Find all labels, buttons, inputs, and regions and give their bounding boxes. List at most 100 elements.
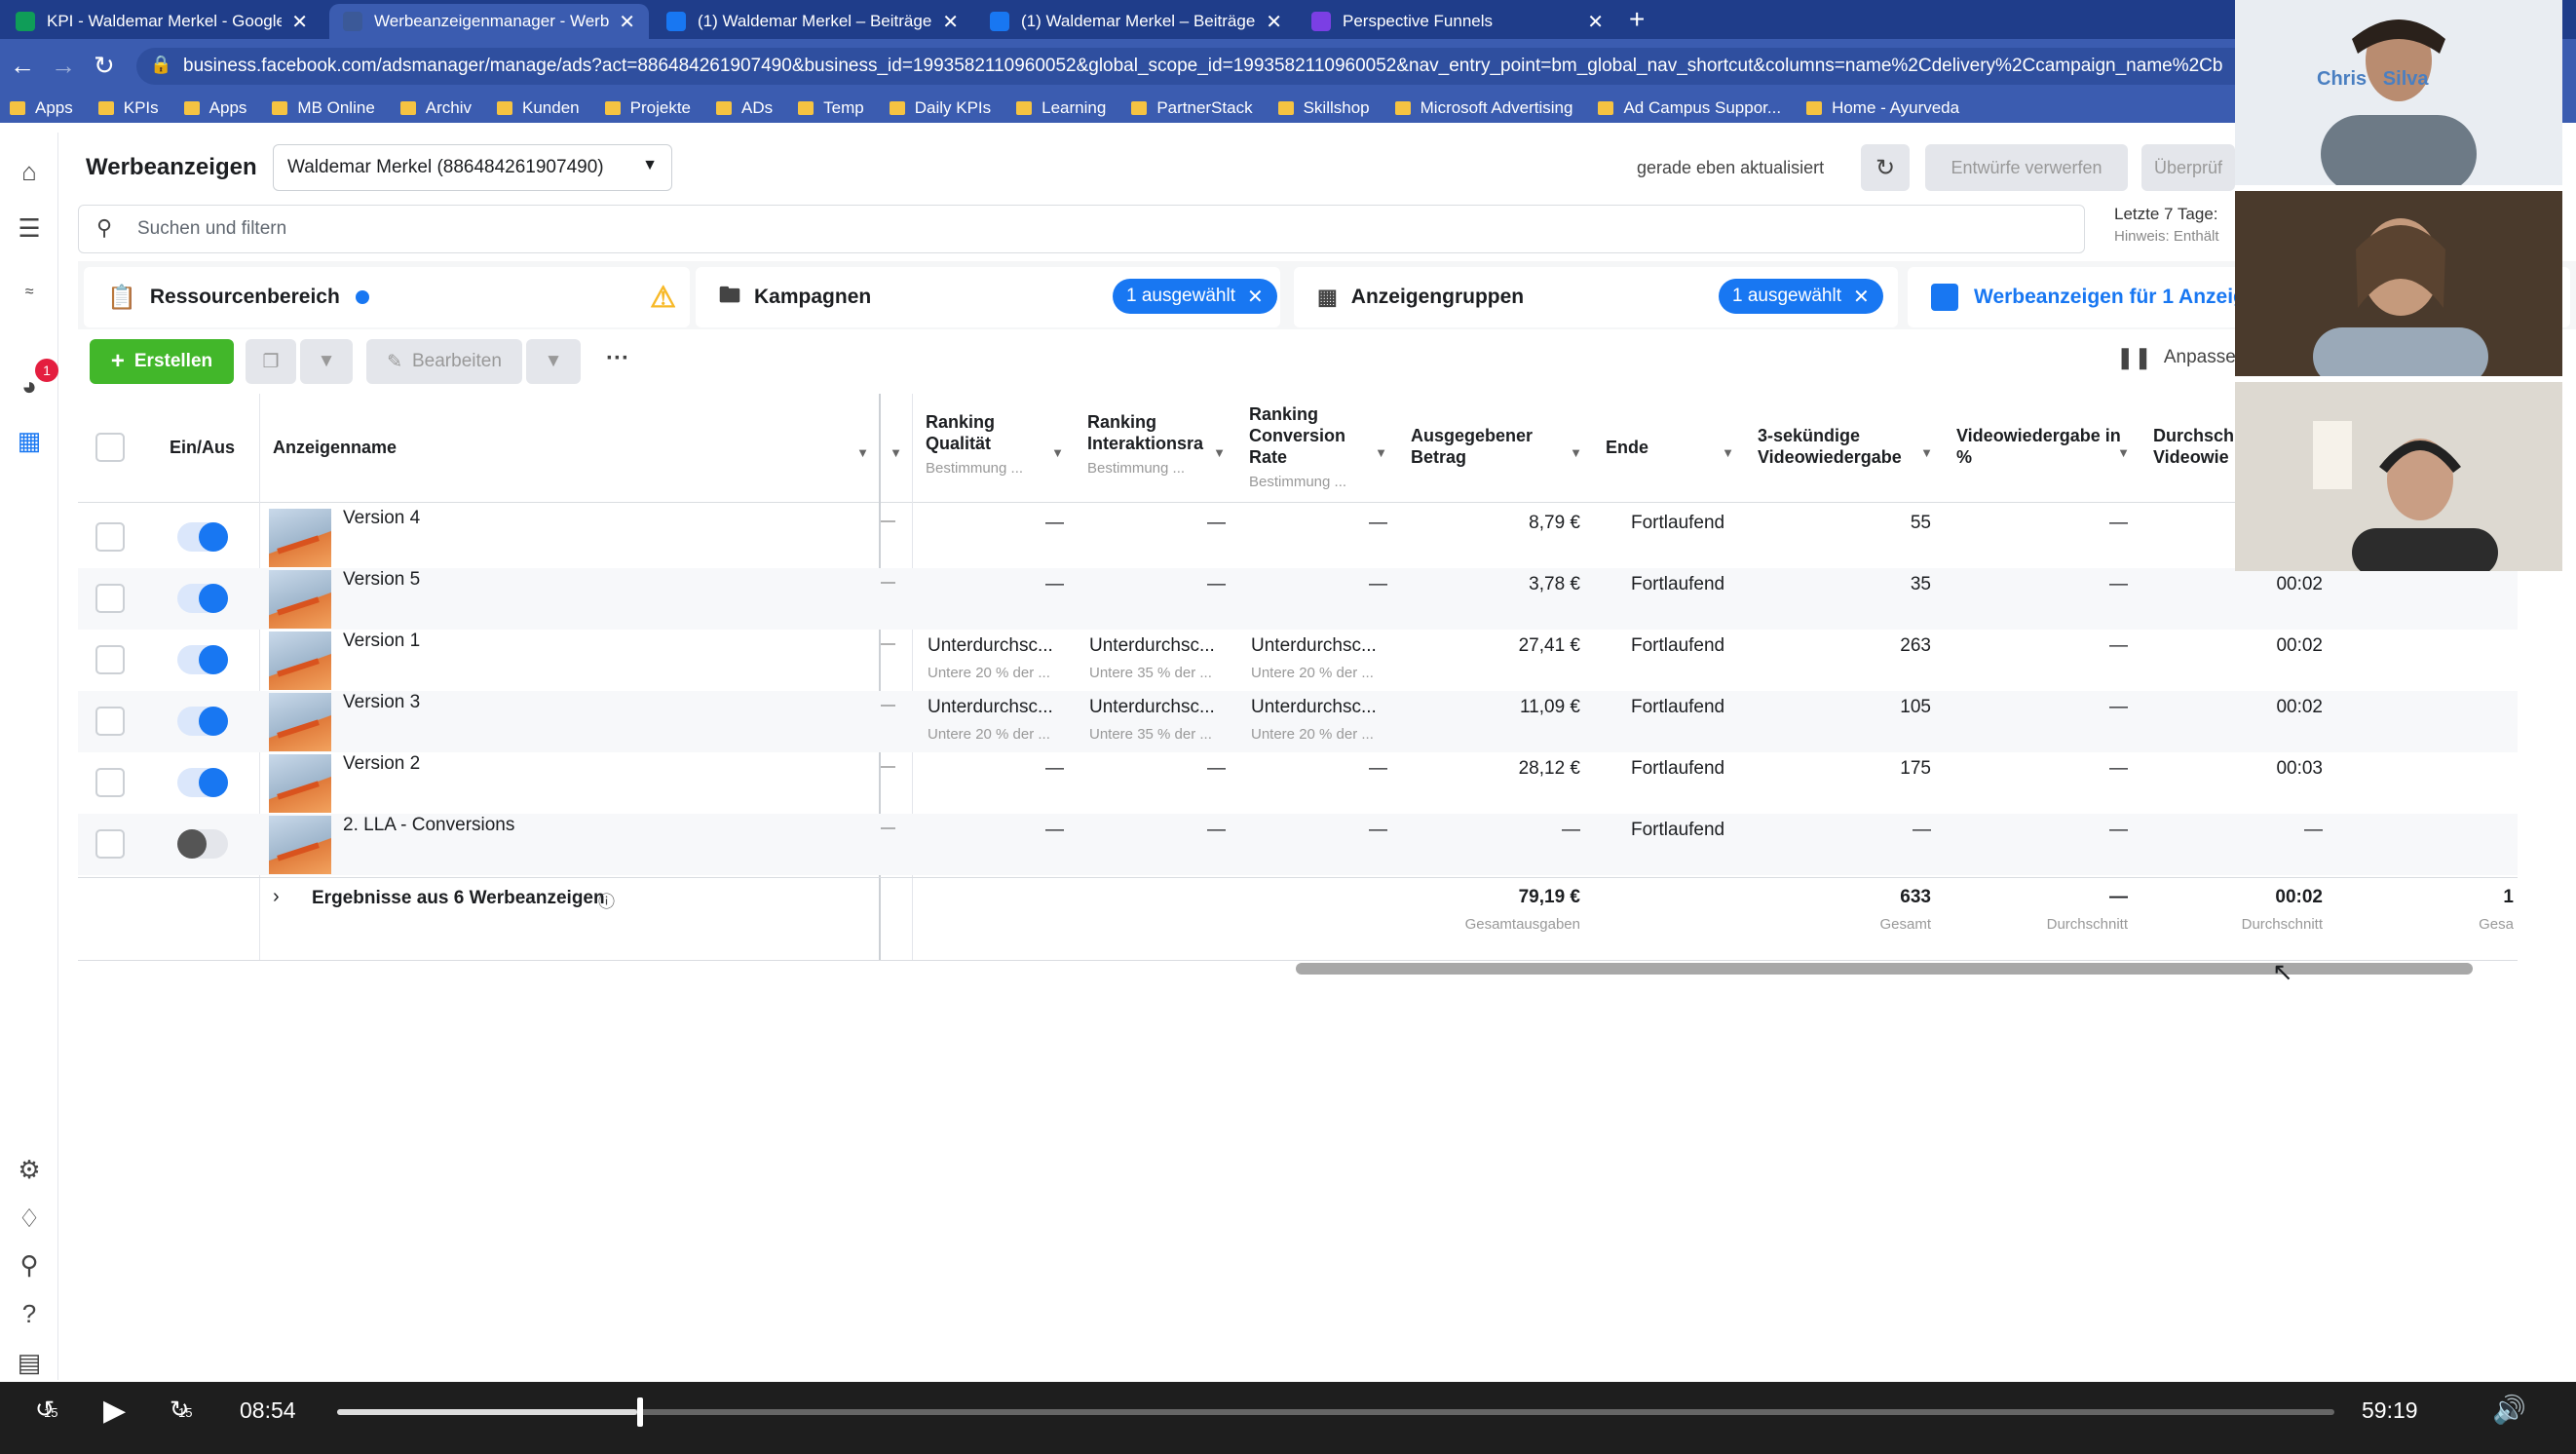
duplicate-button[interactable]: ❐ [246, 339, 296, 384]
ad-name[interactable]: Version 3 [343, 692, 420, 713]
home-icon[interactable]: ⌂ [14, 156, 45, 187]
bookmark-item[interactable]: KPIs [97, 98, 159, 118]
account-selector[interactable]: Waldemar Merkel (886484261907490) ▼ [273, 144, 672, 191]
bookmark-item[interactable]: Ad Campus Suppor... [1598, 98, 1781, 118]
delivery-toggle[interactable] [177, 707, 228, 736]
close-tab-icon[interactable]: ✕ [942, 10, 959, 34]
report-icon[interactable]: ▤ [14, 1347, 45, 1378]
refresh-button[interactable]: ↻ [1861, 144, 1910, 191]
row-checkbox[interactable] [95, 829, 125, 859]
more-options-button[interactable]: ··· [606, 345, 629, 372]
menu-icon[interactable]: ☰ [14, 212, 45, 244]
settings-icon[interactable]: ⚙ [14, 1154, 45, 1185]
row-checkbox[interactable] [95, 522, 125, 552]
bookmark-item[interactable]: Home - Ayurveda [1806, 98, 1959, 118]
new-tab-button[interactable]: + [1629, 4, 1645, 35]
table-row[interactable]: Version 4 — — — — 8,79 € Fortlaufend 55 — [78, 507, 2518, 568]
row-checkbox[interactable] [95, 768, 125, 797]
skip-back-button[interactable]: ↺ 15 [35, 1396, 57, 1424]
delivery-toggle[interactable] [177, 768, 228, 797]
close-tab-icon[interactable]: ✕ [619, 10, 635, 34]
ad-name[interactable]: Version 2 [343, 753, 420, 775]
tab-resources[interactable]: 📋 Ressourcenbereich ⚠ [84, 267, 690, 327]
close-tab-icon[interactable]: ✕ [291, 10, 308, 34]
help-icon[interactable]: ? [14, 1298, 45, 1329]
col-ranking-quality[interactable]: Ranking Qualität Bestimmung ... ▼ [912, 394, 1074, 503]
delivery-toggle[interactable] [177, 584, 228, 613]
back-icon[interactable]: ← [10, 51, 35, 81]
bookmark-item[interactable]: Skillshop [1277, 98, 1370, 118]
col-onoff[interactable]: Ein/Aus [156, 394, 259, 503]
bookmark-item[interactable]: Archiv [399, 98, 472, 118]
progress-handle[interactable] [636, 1397, 643, 1427]
bookmark-item[interactable]: Daily KPIs [889, 98, 991, 118]
close-tab-icon[interactable]: ✕ [1587, 10, 1604, 34]
edit-button[interactable]: ✎ Bearbeiten [366, 339, 522, 384]
bookmark-item[interactable]: Projekte [604, 98, 691, 118]
table-row[interactable]: Version 1 — Unterdurchsc... Untere 20 % der… [78, 630, 2518, 691]
bookmark-item[interactable]: ADs [716, 98, 773, 118]
adsets-selected-pill[interactable]: 1 ausgewählt ✕ [1719, 279, 1883, 314]
browser-tab[interactable]: (1) Waldemar Merkel – Beiträge ✕ [653, 4, 972, 39]
search-input[interactable]: ⚲ Suchen und filtern [78, 205, 2085, 253]
discard-drafts-button[interactable]: Entwürfe verwerfen [1925, 144, 2128, 191]
table-icon[interactable]: ▦ [14, 425, 45, 456]
chevron-right-icon[interactable]: › [273, 886, 280, 908]
col-ranking-interaction[interactable]: Ranking Interaktionsra Bestimmung ... ▼ [1074, 394, 1235, 503]
select-all-checkbox[interactable] [95, 433, 125, 462]
browser-tab[interactable]: (1) Waldemar Merkel – Beiträge ✕ [976, 4, 1296, 39]
col-video-pct[interactable]: Videowiedergabe in % ▼ [1943, 394, 2140, 503]
bookmark-item[interactable]: Kunden [497, 98, 580, 118]
table-row[interactable]: Version 2 — — — — 28,12 € Fortlaufend 175 — 00:03 [78, 752, 2518, 814]
col-spent[interactable]: Ausgegebener Betrag ▼ [1397, 394, 1592, 503]
play-button[interactable]: ▶ [103, 1394, 126, 1428]
campaigns-selected-pill[interactable]: 1 ausgewählt ✕ [1113, 279, 1277, 314]
ad-name[interactable]: Version 5 [343, 569, 420, 591]
row-checkbox[interactable] [95, 584, 125, 613]
bookmark-item[interactable]: Learning [1016, 98, 1106, 118]
bookmark-item[interactable]: Temp [798, 98, 864, 118]
table-row[interactable]: Version 5 — — — — 3,78 € Fortlaufend 35 — 00:02 [78, 568, 2518, 630]
row-checkbox[interactable] [95, 707, 125, 736]
warning-icon[interactable]: ⚠ [650, 281, 676, 315]
browser-tab[interactable]: Werbeanzeigenmanager - Werbe ✕ [329, 4, 649, 39]
speedometer-icon[interactable]: ◕ 1 [14, 359, 58, 402]
reload-icon[interactable]: ↻ [94, 51, 115, 81]
table-row[interactable]: 2. LLA - Conversions — — — — — Fortlaufend — — — [78, 814, 2518, 875]
bookmark-item[interactable]: MB Online [272, 98, 375, 118]
delivery-toggle[interactable] [177, 645, 228, 674]
ad-name[interactable]: Version 1 [343, 631, 420, 652]
bookmark-item[interactable]: PartnerStack [1131, 98, 1253, 118]
customize-columns-button[interactable]: ❚❚ Anpassen [2116, 345, 2246, 370]
browser-tab[interactable]: Perspective Funnels ✕ [1298, 4, 1617, 39]
bookmark-item[interactable]: Apps [10, 98, 73, 118]
close-icon[interactable]: ✕ [1853, 285, 1870, 309]
bookmark-item[interactable]: Apps [183, 98, 246, 118]
review-button[interactable]: Überprüf [2141, 144, 2235, 191]
ad-name[interactable]: Version 4 [343, 508, 420, 529]
close-tab-icon[interactable]: ✕ [1266, 10, 1282, 34]
col-name[interactable]: Anzeigenname ▼ [259, 394, 879, 503]
browser-tab[interactable]: KPI - Waldemar Merkel - Google ✕ [2, 4, 322, 39]
ad-name[interactable]: 2. LLA - Conversions [343, 815, 514, 836]
horizontal-scrollbar[interactable] [1296, 963, 2473, 975]
info-icon[interactable]: ⓘ [598, 888, 615, 912]
row-checkbox[interactable] [95, 645, 125, 674]
date-range-picker[interactable]: Letzte 7 Tage: Hinweis: Enthält [2114, 205, 2219, 245]
table-row[interactable]: Version 3 — Unterdurchsc... Untere 20 % der… [78, 691, 2518, 752]
col-end[interactable]: Ende ▼ [1592, 394, 1744, 503]
bookmark-item[interactable]: Microsoft Advertising [1394, 98, 1572, 118]
forward-icon[interactable]: → [51, 51, 76, 81]
close-icon[interactable]: ✕ [1247, 285, 1264, 309]
edit-dropdown[interactable]: ▼ [526, 339, 581, 384]
duplicate-dropdown[interactable]: ▼ [300, 339, 353, 384]
skip-forward-button[interactable]: ↻ 15 [170, 1396, 192, 1424]
url-field[interactable]: 🔒 business.facebook.com/adsmanager/manag… [136, 48, 2562, 85]
search-icon[interactable]: ⚲ [14, 1249, 45, 1281]
delivery-toggle[interactable] [177, 522, 228, 552]
col-ranking-conversion[interactable]: Ranking Conversion Rate Bestimmung ... ▼ [1235, 394, 1397, 503]
volume-icon[interactable]: 🔊 [2492, 1394, 2526, 1426]
create-button[interactable]: + Erstellen [90, 339, 234, 384]
bell-icon[interactable]: ♢ [14, 1203, 45, 1234]
col-video3s[interactable]: 3-sekündige Videowiedergabe ▼ [1744, 394, 1943, 503]
